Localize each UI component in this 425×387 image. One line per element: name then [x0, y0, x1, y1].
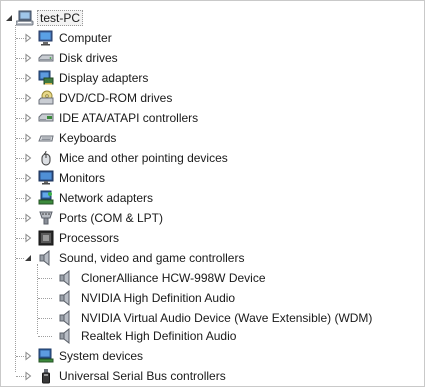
tree-item-label[interactable]: NVIDIA High Definition Audio: [79, 290, 237, 306]
collapsed-arrow-icon[interactable]: [23, 173, 33, 183]
tree-item-label[interactable]: Realtek High Definition Audio: [79, 328, 238, 344]
tree-item-label[interactable]: Computer: [57, 30, 114, 46]
computer-icon: [38, 30, 54, 46]
collapsed-arrow-icon[interactable]: [23, 33, 33, 43]
tree-item-label[interactable]: Network adapters: [57, 190, 155, 206]
collapsed-arrow-icon[interactable]: [23, 351, 33, 361]
speaker-icon: [58, 270, 74, 286]
collapsed-arrow-icon[interactable]: [23, 133, 33, 143]
collapsed-arrow-icon[interactable]: [23, 93, 33, 103]
tree-item-disk-drives[interactable]: Disk drives: [1, 49, 301, 67]
tree-item-mice[interactable]: Mice and other pointing devices: [1, 149, 301, 167]
tree-item-label[interactable]: Ports (COM & LPT): [57, 210, 165, 226]
tree-item-computer[interactable]: Computer: [1, 29, 301, 47]
tree-branch: [38, 336, 52, 337]
collapsed-arrow-icon[interactable]: [23, 113, 33, 123]
tree-branch: [38, 298, 52, 299]
collapsed-arrow-icon[interactable]: [23, 233, 33, 243]
tree-item-label[interactable]: Display adapters: [57, 70, 150, 86]
tree-item-label[interactable]: DVD/CD-ROM drives: [57, 90, 174, 106]
disk-drive-icon: [38, 50, 54, 66]
tree-item-sound-controllers[interactable]: Sound, video and game controllers: [1, 249, 321, 267]
mouse-icon: [38, 150, 54, 166]
system-device-icon: [38, 348, 54, 364]
tree-child-cloneralliance[interactable]: ClonerAlliance HCW-998W Device: [1, 269, 321, 287]
tree-item-label[interactable]: NVIDIA Virtual Audio Device (Wave Extens…: [79, 310, 374, 326]
speaker-icon: [58, 328, 74, 344]
tree-branch: [38, 318, 52, 319]
tree-item-label[interactable]: Monitors: [57, 170, 107, 186]
ide-controller-icon: [38, 110, 54, 126]
display-adapter-icon: [38, 70, 54, 86]
tree-item-dvd-drives[interactable]: DVD/CD-ROM drives: [1, 89, 301, 107]
speaker-icon: [58, 310, 74, 326]
expanded-arrow-icon[interactable]: [23, 253, 33, 263]
tree-item-system-devices[interactable]: System devices: [1, 347, 301, 365]
collapsed-arrow-icon[interactable]: [23, 53, 33, 63]
tree-item-label[interactable]: Universal Serial Bus controllers: [57, 368, 228, 384]
tree-item-label[interactable]: System devices: [57, 348, 145, 364]
port-icon: [38, 210, 54, 226]
tree-item-keyboards[interactable]: Keyboards: [1, 129, 301, 147]
tree-item-monitors[interactable]: Monitors: [1, 169, 301, 187]
collapsed-arrow-icon[interactable]: [23, 73, 33, 83]
device-manager-tree: test-PC Computer Disk drives Display ada…: [0, 0, 425, 387]
expanded-arrow-icon[interactable]: [4, 13, 14, 23]
collapsed-arrow-icon[interactable]: [23, 213, 33, 223]
speaker-icon: [58, 290, 74, 306]
tree-branch: [38, 278, 52, 279]
processor-icon: [38, 230, 54, 246]
monitor-icon: [38, 170, 54, 186]
tree-item-processors[interactable]: Processors: [1, 229, 301, 247]
tree-item-ide-controllers[interactable]: IDE ATA/ATAPI controllers: [1, 109, 301, 127]
tree-child-nvidia-virtual-audio[interactable]: NVIDIA Virtual Audio Device (Wave Extens…: [1, 309, 424, 327]
tree-item-ports[interactable]: Ports (COM & LPT): [1, 209, 301, 227]
collapsed-arrow-icon[interactable]: [23, 371, 33, 381]
network-adapter-icon: [38, 190, 54, 206]
tree-root-label[interactable]: test-PC: [37, 10, 84, 26]
tree-item-label[interactable]: Keyboards: [57, 130, 118, 146]
usb-icon: [38, 368, 54, 384]
tree-item-label[interactable]: IDE ATA/ATAPI controllers: [57, 110, 200, 126]
tree-child-nvidia-hd-audio[interactable]: NVIDIA High Definition Audio: [1, 289, 321, 307]
tree-item-label[interactable]: Sound, video and game controllers: [57, 250, 246, 266]
tree-item-label[interactable]: ClonerAlliance HCW-998W Device: [79, 270, 268, 286]
tree-item-label[interactable]: Mice and other pointing devices: [57, 150, 230, 166]
keyboard-icon: [38, 130, 54, 146]
collapsed-arrow-icon[interactable]: [23, 153, 33, 163]
dvd-drive-icon: [38, 90, 54, 106]
speaker-icon: [38, 250, 54, 266]
tree-item-network-adapters[interactable]: Network adapters: [1, 189, 301, 207]
tree-item-usb-controllers[interactable]: Universal Serial Bus controllers: [1, 367, 301, 385]
tree-child-realtek-hd-audio[interactable]: Realtek High Definition Audio: [1, 327, 321, 345]
computer-icon: [16, 10, 34, 26]
tree-item-label[interactable]: Disk drives: [57, 50, 120, 66]
collapsed-arrow-icon[interactable]: [23, 193, 33, 203]
tree-item-label[interactable]: Processors: [57, 230, 121, 246]
tree-item-display-adapters[interactable]: Display adapters: [1, 69, 301, 87]
tree-root-row[interactable]: test-PC: [1, 9, 201, 27]
